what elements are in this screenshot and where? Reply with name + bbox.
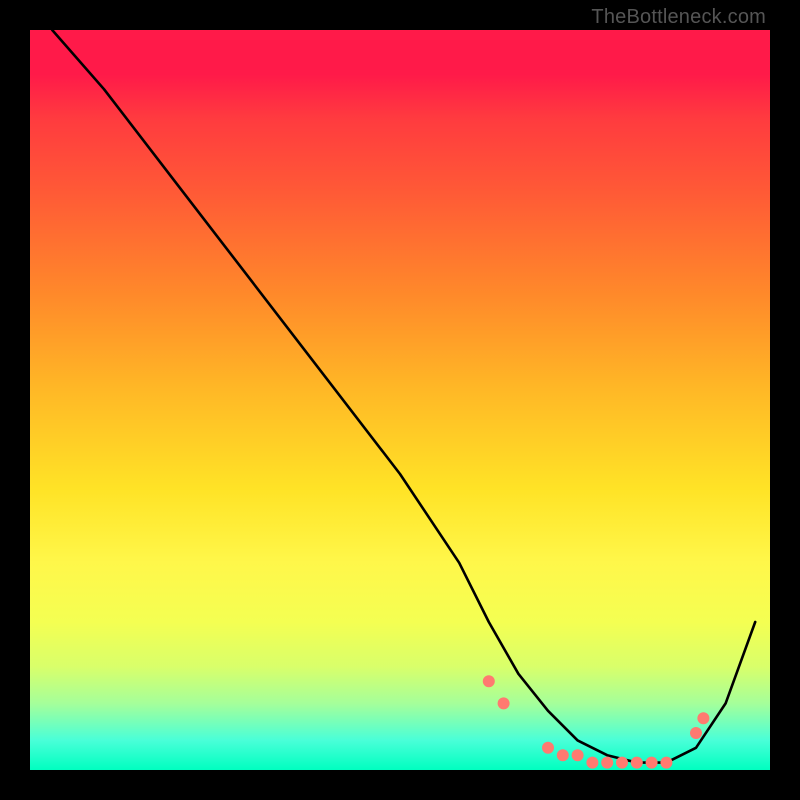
marker-dot — [690, 727, 702, 739]
marker-dot — [498, 697, 510, 709]
marker-dot — [483, 675, 495, 687]
marker-dot — [646, 757, 658, 769]
marker-dot — [572, 749, 584, 761]
curve-line — [52, 30, 755, 763]
marker-dot — [601, 757, 613, 769]
watermark-text: TheBottleneck.com — [591, 6, 766, 29]
marker-dot — [586, 757, 598, 769]
curve-markers — [483, 675, 710, 768]
chart-svg — [30, 30, 770, 770]
marker-dot — [631, 757, 643, 769]
marker-dot — [697, 712, 709, 724]
marker-dot — [542, 742, 554, 754]
marker-dot — [557, 749, 569, 761]
chart-frame: TheBottleneck.com — [0, 0, 800, 800]
marker-dot — [660, 757, 672, 769]
plot-area — [30, 30, 770, 770]
marker-dot — [616, 757, 628, 769]
